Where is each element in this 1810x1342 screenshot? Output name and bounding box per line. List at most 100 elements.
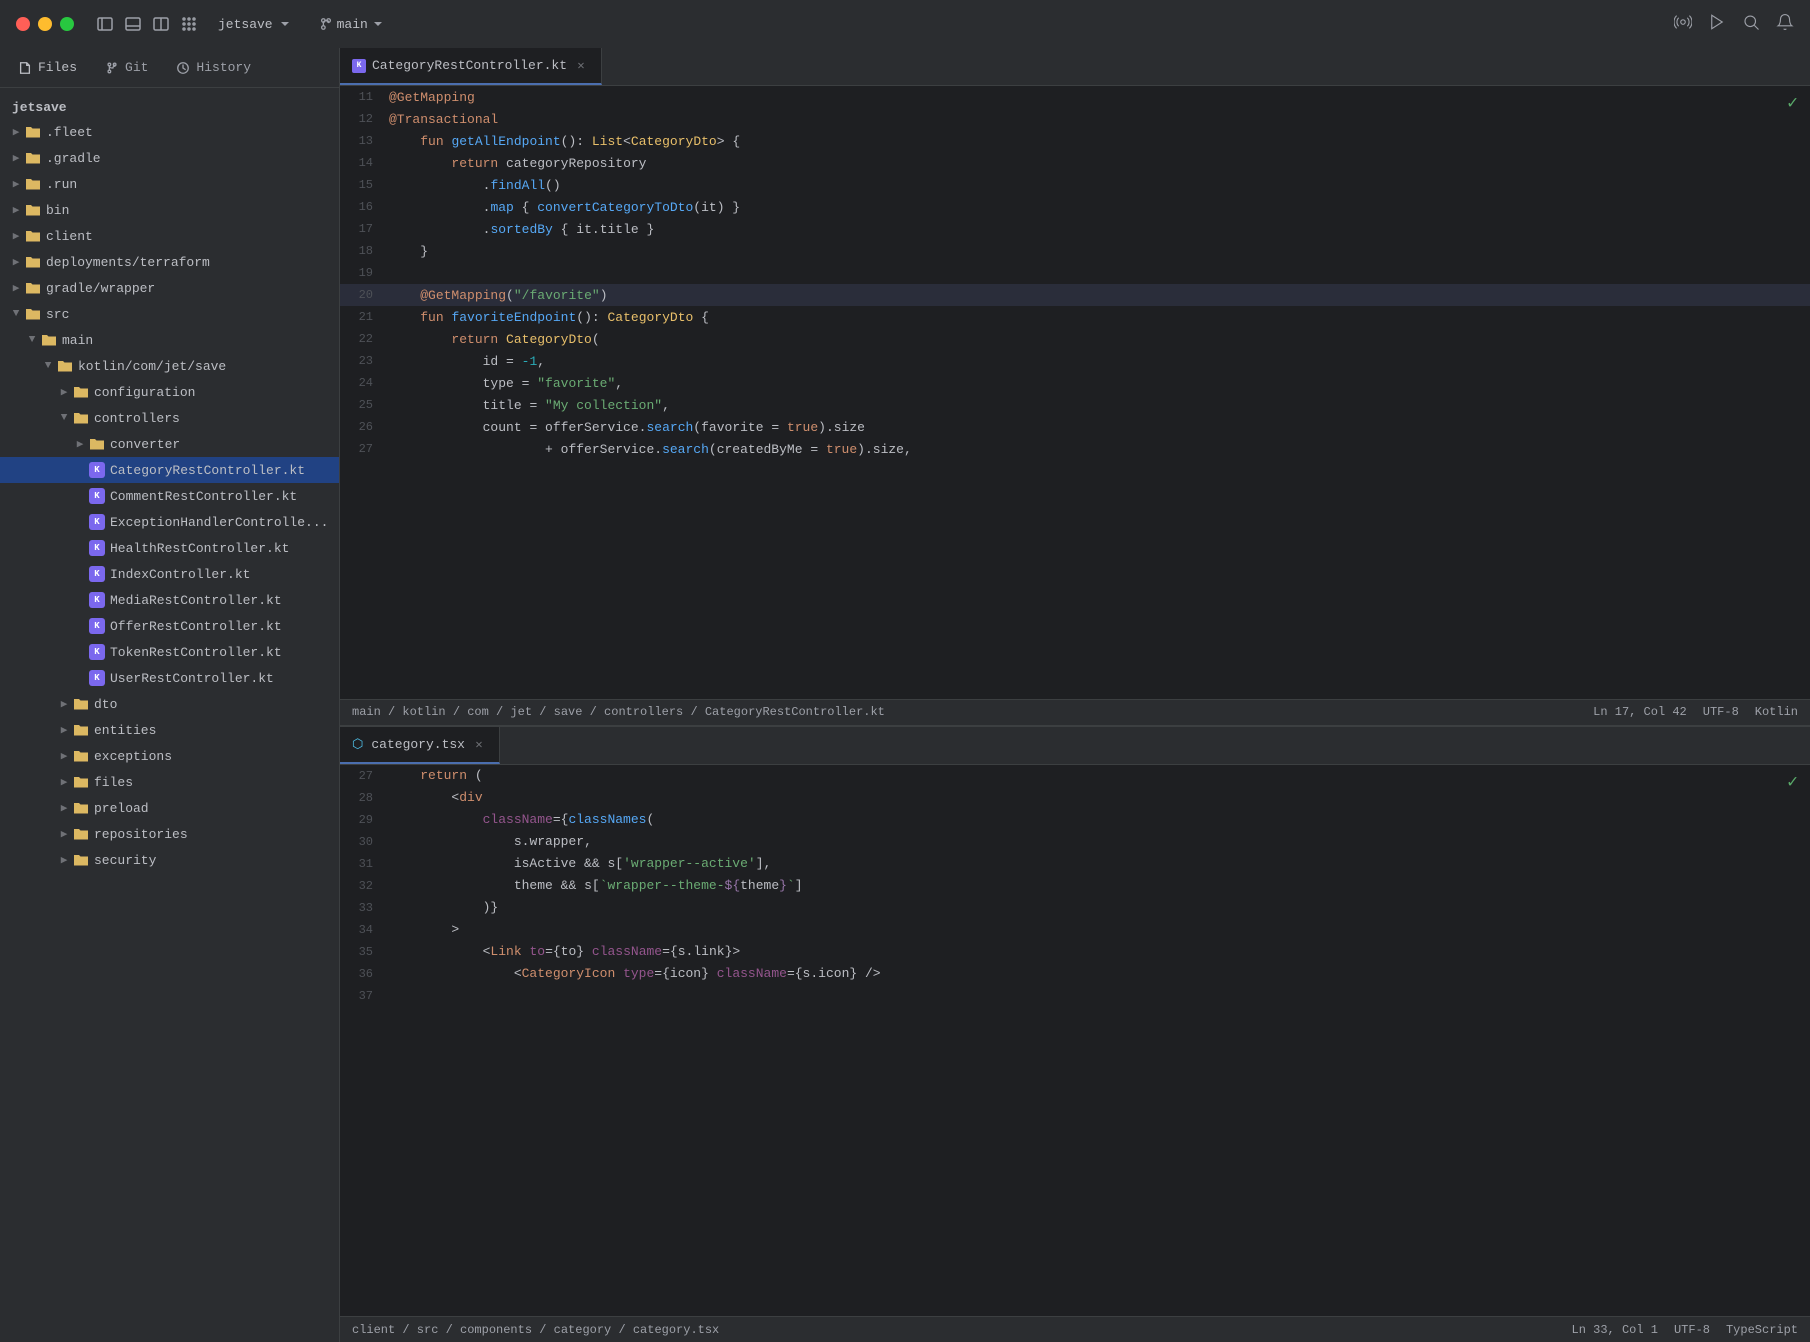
tree-item-deployments[interactable]: ▶ deployments/terraform: [0, 249, 339, 275]
tab-category-rest-controller[interactable]: K CategoryRestController.kt ✕: [340, 48, 602, 85]
tree-item-gradle[interactable]: ▶ .gradle: [0, 145, 339, 171]
tree-item-gradle-wrapper[interactable]: ▶ gradle/wrapper: [0, 275, 339, 301]
tree-item-category-rest-controller[interactable]: ▶ K CategoryRestController.kt: [0, 457, 339, 483]
bottom-code-editor[interactable]: ✓ 27 return ( 28 <div: [340, 765, 1810, 1316]
tree-item-offer-rest-controller[interactable]: ▶ K OfferRestController.kt: [0, 613, 339, 639]
bottom-panel-icon[interactable]: [124, 15, 142, 33]
tsx-line-31: 31 isActive && s['wrapper--active'],: [340, 853, 1810, 875]
tab-category-tsx[interactable]: ⬡ category.tsx ✕: [340, 727, 500, 764]
tree-item-security[interactable]: ▶ security: [0, 847, 339, 873]
tsx-line-29: 29 className={classNames(: [340, 809, 1810, 831]
sidebar: Files Git History jetsave ▶ .fleet: [0, 48, 340, 1342]
code-line-25: 25 title = "My collection",: [340, 394, 1810, 416]
code-line-21: 21 fun favoriteEndpoint(): CategoryDto {: [340, 306, 1810, 328]
top-tab-bar: K CategoryRestController.kt ✕: [340, 48, 1810, 86]
bottom-breadcrumb: client / src / components / category / c…: [352, 1323, 719, 1337]
tree-item-configuration[interactable]: ▶ configuration: [0, 379, 339, 405]
tree-item-files[interactable]: ▶ files: [0, 769, 339, 795]
history-tab[interactable]: History: [170, 56, 257, 79]
minimize-button[interactable]: [38, 17, 52, 31]
code-line-20: 20 @GetMapping("/favorite"): [340, 284, 1810, 306]
tree-item-run[interactable]: ▶ .run: [0, 171, 339, 197]
traffic-lights: [16, 17, 74, 31]
code-line-18: 18 }: [340, 240, 1810, 262]
main-layout: Files Git History jetsave ▶ .fleet: [0, 48, 1810, 1342]
tree-item-user-rest-controller[interactable]: ▶ K UserRestController.kt: [0, 665, 339, 691]
sidebar-toggle-icon[interactable]: [96, 15, 114, 33]
code-line-15: 15 .findAll(): [340, 174, 1810, 196]
editor-area: K CategoryRestController.kt ✕ ✓ 11 @GetM…: [340, 48, 1810, 1342]
tree-item-entities[interactable]: ▶ entities: [0, 717, 339, 743]
bottom-code-content: 27 return ( 28 <div 29 className={classN…: [340, 765, 1810, 1316]
branch-name[interactable]: main: [319, 17, 384, 32]
top-status-right: Ln 17, Col 42 UTF-8 Kotlin: [1593, 705, 1798, 719]
tree-item-bin[interactable]: ▶ bin: [0, 197, 339, 223]
code-line-17: 17 .sortedBy { it.title }: [340, 218, 1810, 240]
git-tab[interactable]: Git: [99, 56, 154, 79]
broadcast-icon[interactable]: [1674, 13, 1692, 35]
close-top-tab[interactable]: ✕: [573, 58, 589, 74]
code-line-11: 11 @GetMapping: [340, 86, 1810, 108]
tree-item-health-rest-controller[interactable]: ▶ K HealthRestController.kt: [0, 535, 339, 561]
tsx-line-33: 33 )}: [340, 897, 1810, 919]
maximize-button[interactable]: [60, 17, 74, 31]
title-bar-right: [1674, 13, 1794, 35]
tsx-line-35: 35 <Link to={to} className={s.link}>: [340, 941, 1810, 963]
code-line-22: 22 return CategoryDto(: [340, 328, 1810, 350]
tree-item-comment-rest-controller[interactable]: ▶ K CommentRestController.kt: [0, 483, 339, 509]
sidebar-tabs: Files Git History: [0, 48, 339, 88]
run-icon[interactable]: [1708, 13, 1726, 35]
tsx-line-32: 32 theme && s[`wrapper--theme-${theme}`]: [340, 875, 1810, 897]
close-bottom-tab[interactable]: ✕: [471, 736, 487, 752]
tree-item-kotlin[interactable]: ▼ kotlin/com/jet/save: [0, 353, 339, 379]
code-line-13: 13 fun getAllEndpoint(): List<CategoryDt…: [340, 130, 1810, 152]
tree-item-src[interactable]: ▼ src: [0, 301, 339, 327]
bottom-tab-bar: ⬡ category.tsx ✕: [340, 727, 1810, 765]
tsx-line-34: 34 >: [340, 919, 1810, 941]
tree-item-exception-handler[interactable]: ▶ K ExceptionHandlerControlle...: [0, 509, 339, 535]
bottom-editor-pane: ⬡ category.tsx ✕ ✓ 27 return (: [340, 725, 1810, 1342]
notifications-icon[interactable]: [1776, 13, 1794, 35]
code-line-27: 27 + offerService.search(createdByMe = t…: [340, 438, 1810, 460]
tsx-line-30: 30 s.wrapper,: [340, 831, 1810, 853]
tree-item-dto[interactable]: ▶ dto: [0, 691, 339, 717]
tree-item-exceptions[interactable]: ▶ exceptions: [0, 743, 339, 769]
tree-item-media-rest-controller[interactable]: ▶ K MediaRestController.kt: [0, 587, 339, 613]
bottom-check-mark: ✓: [1787, 771, 1798, 793]
top-code-content: 11 @GetMapping 12 @Transactional 13 fun …: [340, 86, 1810, 699]
tree-item-preload[interactable]: ▶ preload: [0, 795, 339, 821]
code-line-14: 14 return categoryRepository: [340, 152, 1810, 174]
code-line-23: 23 id = -1,: [340, 350, 1810, 372]
tree-item-converter[interactable]: ▶ converter: [0, 431, 339, 457]
bottom-status-right: Ln 33, Col 1 UTF-8 TypeScript: [1572, 1323, 1798, 1337]
tree-item-token-rest-controller[interactable]: ▶ K TokenRestController.kt: [0, 639, 339, 665]
project-root[interactable]: jetsave: [0, 96, 339, 119]
title-bar: jetsave main: [0, 0, 1810, 48]
tree-item-main[interactable]: ▼ main: [0, 327, 339, 353]
tsx-line-36: 36 <CategoryIcon type={icon} className={…: [340, 963, 1810, 985]
code-line-12: 12 @Transactional: [340, 108, 1810, 130]
tsx-line-37: 37: [340, 985, 1810, 1007]
top-check-mark: ✓: [1787, 92, 1798, 114]
tree-item-index-controller[interactable]: ▶ K IndexController.kt: [0, 561, 339, 587]
tree-item-repositories[interactable]: ▶ repositories: [0, 821, 339, 847]
tsx-line-28: 28 <div: [340, 787, 1810, 809]
tsx-line-27: 27 return (: [340, 765, 1810, 787]
top-code-editor[interactable]: ✓ 11 @GetMapping 12 @Transactional: [340, 86, 1810, 699]
close-button[interactable]: [16, 17, 30, 31]
tree-item-controllers[interactable]: ▼ controllers: [0, 405, 339, 431]
file-tree: jetsave ▶ .fleet ▶ .gradle ▶: [0, 88, 339, 1342]
files-tab[interactable]: Files: [12, 56, 83, 79]
split-editor-icon[interactable]: [152, 15, 170, 33]
top-status-bar: main / kotlin / com / jet / save / contr…: [340, 699, 1810, 725]
tree-item-client[interactable]: ▶ client: [0, 223, 339, 249]
code-line-16: 16 .map { convertCategoryToDto(it) }: [340, 196, 1810, 218]
top-breadcrumb: main / kotlin / com / jet / save / contr…: [352, 705, 885, 719]
top-editor-pane: K CategoryRestController.kt ✕ ✓ 11 @GetM…: [340, 48, 1810, 725]
search-icon[interactable]: [1742, 13, 1760, 35]
grid-icon[interactable]: [180, 15, 198, 33]
bottom-status-bar: client / src / components / category / c…: [340, 1316, 1810, 1342]
tree-item-fleet[interactable]: ▶ .fleet: [0, 119, 339, 145]
sidebar-toggle-icons: [96, 15, 198, 33]
project-name[interactable]: jetsave: [218, 17, 291, 32]
